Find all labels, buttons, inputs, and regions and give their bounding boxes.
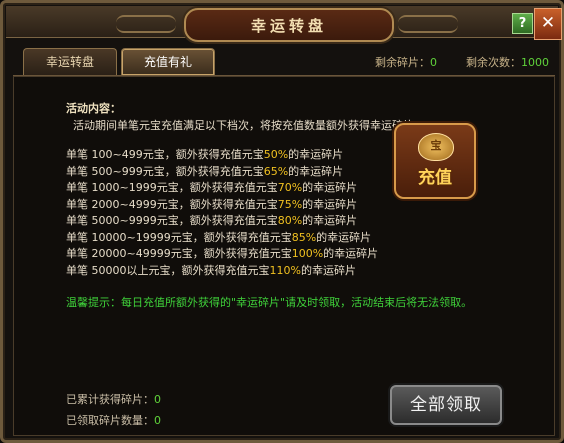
rule-suffix: 的幸运碎片 xyxy=(288,148,344,161)
rule-text: 单笔 2000~4999元宝，额外获得充值元宝 xyxy=(66,197,278,211)
remaining-times-label: 剩余次数： xyxy=(466,56,521,69)
claimed-fragments: 已领取碎片数量：0 xyxy=(66,412,161,428)
money-bag-icon: 宝 xyxy=(418,133,454,161)
rule-percent: 85% xyxy=(291,230,317,244)
rule-text: 单笔 20000~49999元宝，额外获得充值元宝 xyxy=(66,247,292,260)
rule-text: 单笔 1000~1999元宝，额外获得充值元宝 xyxy=(66,181,278,194)
rule-suffix: 的幸运碎片 xyxy=(302,214,358,227)
accumulated-value: 0 xyxy=(154,393,161,406)
rule-suffix: 的幸运碎片 xyxy=(302,197,358,211)
tab-recharge-gift[interactable]: 充值有礼 xyxy=(121,48,215,75)
accumulated-label: 已累计获得碎片： xyxy=(66,393,154,406)
claimed-label: 已领取碎片数量： xyxy=(66,414,154,427)
tab-lucky-wheel[interactable]: 幸运转盘 xyxy=(23,48,117,75)
rule-percent: 75% xyxy=(277,197,303,211)
recharge-button[interactable]: 宝 充值 xyxy=(394,123,476,199)
rule-item: 单笔 2000~4999元宝，额外获得充值元宝75%的幸运碎片 xyxy=(66,196,378,213)
rule-percent: 50% xyxy=(263,148,289,161)
rule-suffix: 的幸运碎片 xyxy=(300,263,356,277)
title-plate: 幸运转盘 xyxy=(184,8,394,42)
rule-item: 单笔 100~499元宝，额外获得充值元宝50%的幸运碎片 xyxy=(66,146,378,163)
title-bar: 幸运转盘 ? ✕ xyxy=(6,6,562,42)
money-bag-emblem: 宝 xyxy=(430,139,442,152)
rule-item: 单笔 50000以上元宝，额外获得充值元宝110%的幸运碎片 xyxy=(66,262,378,279)
rule-percent: 100% xyxy=(291,247,324,260)
tip-text: 温馨提示：每日充值所额外获得的"幸运碎片"请及时领取，活动结束后将无法领取。 xyxy=(66,296,473,309)
rule-text: 单笔 50000以上元宝，额外获得充值元宝 xyxy=(66,263,270,277)
claim-all-button[interactable]: 全部领取 xyxy=(390,385,502,425)
claimed-value: 0 xyxy=(154,414,161,427)
rule-text: 单笔 5000~9999元宝，额外获得充值元宝 xyxy=(66,214,278,227)
help-button[interactable]: ? xyxy=(512,13,533,34)
window-title: 幸运转盘 xyxy=(250,17,327,35)
remaining-fragments-value: 0 xyxy=(430,56,437,69)
rule-item: 单笔 5000~9999元宝，额外获得充值元宝80%的幸运碎片 xyxy=(66,212,378,229)
close-button[interactable]: ✕ xyxy=(534,8,562,40)
rules-list: 单笔 100~499元宝，额外获得充值元宝50%的幸运碎片 单笔 500~999… xyxy=(66,146,378,278)
rule-percent: 80% xyxy=(277,214,303,227)
rule-text: 单笔 100~499元宝，额外获得充值元宝 xyxy=(66,148,264,161)
rule-suffix: 的幸运碎片 xyxy=(302,181,358,194)
accumulated-fragments: 已累计获得碎片：0 xyxy=(66,391,161,407)
rule-suffix: 的幸运碎片 xyxy=(288,164,344,178)
rule-item: 单笔 500~999元宝，额外获得充值元宝65%的幸运碎片 xyxy=(66,163,378,180)
remaining-fragments-label: 剩余碎片： xyxy=(375,56,430,69)
title-ornament-left xyxy=(116,15,176,33)
activity-intro: 活动期间单笔元宝充值满足以下档次，将按充值数量额外获得幸运碎片 xyxy=(73,119,414,132)
rule-suffix: 的幸运碎片 xyxy=(316,230,372,244)
remaining-fragments: 剩余碎片：0 xyxy=(375,54,437,70)
rule-percent: 70% xyxy=(277,181,303,194)
rule-item: 单笔 1000~1999元宝，额外获得充值元宝70%的幸运碎片 xyxy=(66,179,378,196)
remaining-times-value: 1000 xyxy=(521,56,549,69)
rule-percent: 110% xyxy=(269,263,301,277)
rule-text: 单笔 10000~19999元宝，额外获得充值元宝 xyxy=(66,230,292,244)
title-ornament-right xyxy=(398,15,458,33)
rule-suffix: 的幸运碎片 xyxy=(323,247,379,260)
game-window: 幸运转盘 ? ✕ 幸运转盘 充值有礼 剩余碎片：0 剩余次数：1000 活动内容… xyxy=(0,0,564,443)
rule-item: 单笔 20000~49999元宝，额外获得充值元宝100%的幸运碎片 xyxy=(66,245,378,262)
rule-text: 单笔 500~999元宝，额外获得充值元宝 xyxy=(66,164,264,178)
rule-percent: 65% xyxy=(263,164,289,178)
recharge-label: 充值 xyxy=(418,168,452,188)
section-title: 活动内容： xyxy=(66,102,121,115)
remaining-times: 剩余次数：1000 xyxy=(466,54,549,70)
rule-item: 单笔 10000~19999元宝，额外获得充值元宝85%的幸运碎片 xyxy=(66,229,378,246)
